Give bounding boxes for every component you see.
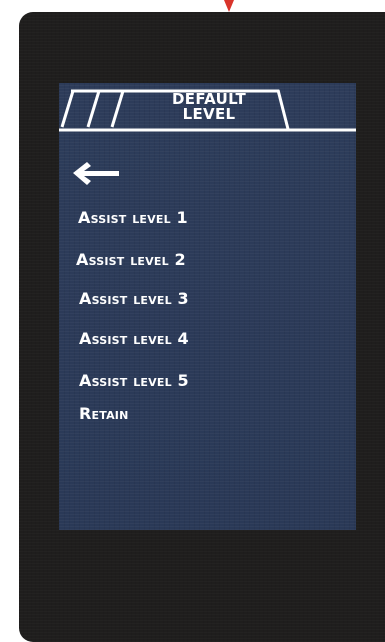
left-arrow-icon [73, 162, 119, 185]
back-button[interactable] [73, 160, 121, 186]
menu-item-assist-level-5[interactable]: Assist level 5 [79, 371, 189, 391]
menu-item-assist-level-4[interactable]: Assist level 4 [79, 329, 189, 349]
page-title: DEFAULT LEVEL [153, 92, 265, 122]
menu-item-assist-level-2[interactable]: Assist level 2 [76, 250, 186, 270]
menu-item-assist-level-3[interactable]: Assist level 3 [79, 289, 189, 309]
menu-item-retain[interactable]: Retain [79, 404, 129, 424]
top-indicator-marker [224, 0, 234, 12]
display-screen: DEFAULT LEVEL Assist level 1 Assist leve… [59, 83, 356, 530]
menu-item-assist-level-1[interactable]: Assist level 1 [78, 208, 188, 228]
page-title-line-2: LEVEL [182, 105, 236, 123]
